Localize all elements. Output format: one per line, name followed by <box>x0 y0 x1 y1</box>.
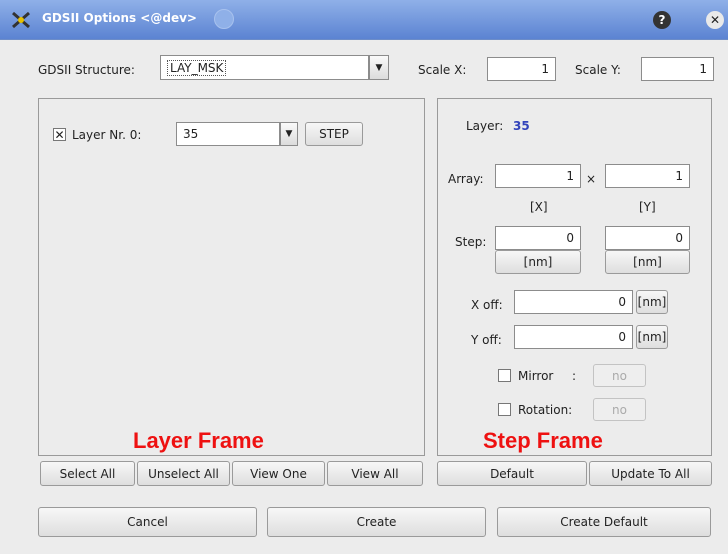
array-x-field[interactable]: 1 <box>495 164 581 188</box>
scale-x-field[interactable]: 1 <box>487 57 556 81</box>
mirror-colon: : <box>572 369 577 383</box>
help-icon[interactable]: ? <box>653 11 671 29</box>
x-unit-label: [X] <box>530 200 548 214</box>
layer-combo-value: 35 <box>183 127 199 141</box>
update-to-all-button[interactable]: Update To All <box>589 461 712 486</box>
mirror-toggle[interactable]: no <box>593 364 646 387</box>
structure-label: GDSII Structure: <box>38 63 135 77</box>
y-unit-label: [Y] <box>639 200 656 214</box>
mirror-label: Mirror <box>518 369 554 383</box>
layer-frame <box>38 98 425 456</box>
step-layer-value: 35 <box>513 119 530 133</box>
step-y-field[interactable]: 0 <box>605 226 690 250</box>
rotation-checkbox[interactable] <box>498 403 511 416</box>
rotation-label: Rotation: <box>518 403 573 417</box>
step-label: Step: <box>455 235 487 249</box>
structure-value: LAY_MSK <box>167 59 227 76</box>
array-y-field[interactable]: 1 <box>605 164 690 188</box>
step-layer-label: Layer: <box>466 119 504 133</box>
array-times-label: × <box>586 172 597 186</box>
y-off-field[interactable]: 0 <box>514 325 633 349</box>
unselect-all-button[interactable]: Unselect All <box>137 461 230 486</box>
array-label: Array: <box>448 172 484 186</box>
default-button[interactable]: Default <box>437 461 587 486</box>
scale-x-label: Scale X: <box>418 63 467 77</box>
x-off-label: X off: <box>471 298 503 312</box>
step-x-unit-button[interactable]: [nm] <box>495 250 581 274</box>
layer-checkbox[interactable]: ✕ <box>53 128 66 141</box>
create-button[interactable]: Create <box>267 507 486 537</box>
step-button[interactable]: STEP <box>305 122 363 146</box>
step-frame-caption: Step Frame <box>483 428 603 453</box>
mirror-checkbox[interactable] <box>498 369 511 382</box>
scale-y-label: Scale Y: <box>575 63 621 77</box>
create-default-button[interactable]: Create Default <box>497 507 711 537</box>
x-off-unit-button[interactable]: [nm] <box>636 290 668 314</box>
app-icon <box>10 10 32 30</box>
cancel-button[interactable]: Cancel <box>38 507 257 537</box>
step-y-unit-button[interactable]: [nm] <box>605 250 690 274</box>
layer-frame-caption: Layer Frame <box>133 428 264 453</box>
view-all-button[interactable]: View All <box>327 461 423 486</box>
close-icon[interactable]: ✕ <box>706 11 724 29</box>
step-x-field[interactable]: 0 <box>495 226 581 250</box>
layer-nr-label: Layer Nr. 0: <box>72 128 142 142</box>
x-off-field[interactable]: 0 <box>514 290 633 314</box>
step-frame <box>437 98 712 456</box>
title-decoration-icon <box>214 9 234 29</box>
layer-combo[interactable]: 35 <box>176 122 280 146</box>
rotation-toggle[interactable]: no <box>593 398 646 421</box>
dropdown-arrow-icon[interactable]: ▼ <box>280 122 298 146</box>
y-off-label: Y off: <box>471 333 502 347</box>
window-title: GDSII Options <@dev> <box>42 11 197 25</box>
structure-combo[interactable]: LAY_MSK <box>160 55 369 80</box>
dropdown-arrow-icon[interactable]: ▼ <box>369 55 389 80</box>
view-one-button[interactable]: View One <box>232 461 325 486</box>
scale-y-field[interactable]: 1 <box>641 57 714 81</box>
select-all-button[interactable]: Select All <box>40 461 135 486</box>
y-off-unit-button[interactable]: [nm] <box>636 325 668 349</box>
